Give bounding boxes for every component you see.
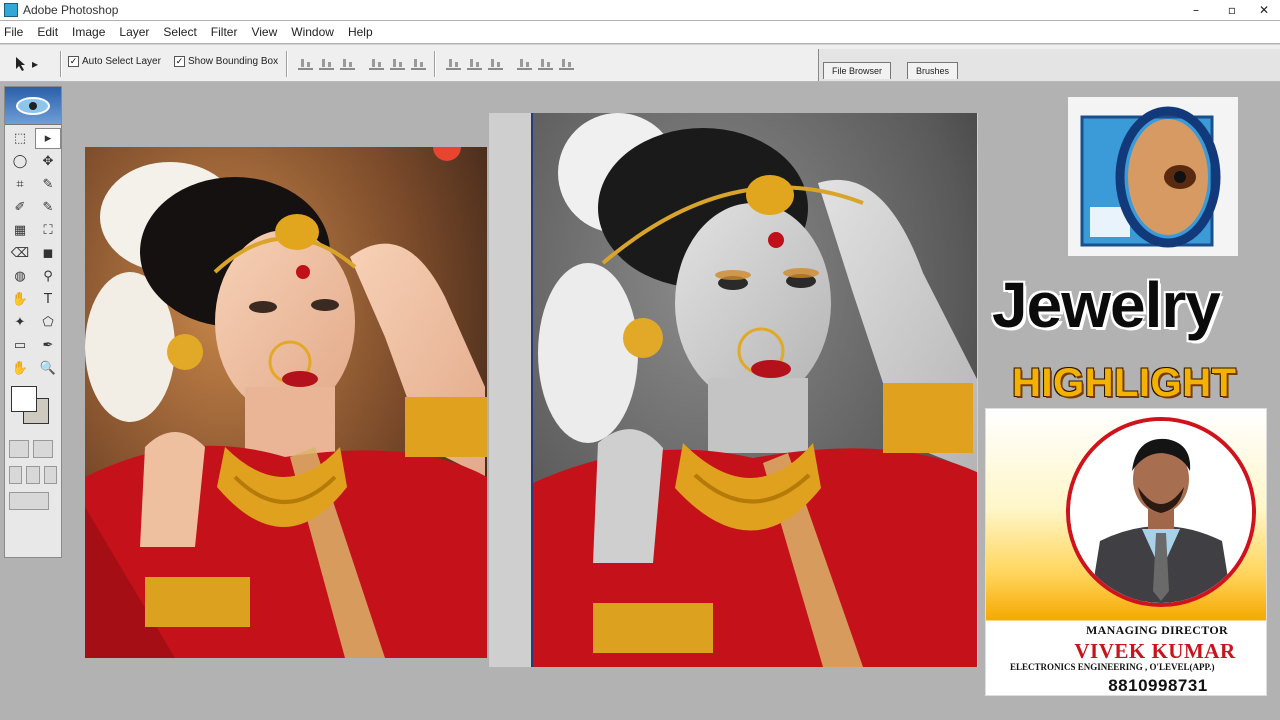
photoshop-eye-icon [16,96,50,115]
healing-brush-tool-icon[interactable]: ✐ [7,197,33,218]
full-screen-menu-button[interactable] [26,466,40,484]
show-bounding-box-checkbox[interactable]: ✓ Show Bounding Box [174,56,278,67]
align-vcenter-icon[interactable] [319,57,334,70]
distribute-hcenter-icon[interactable] [538,57,553,70]
menu-select[interactable]: Select [163,25,196,39]
menu-image[interactable]: Image [72,25,105,39]
menu-edit[interactable]: Edit [37,25,58,39]
window-title: Adobe Photoshop [23,3,119,17]
path-selection-tool-icon[interactable]: ✋ [7,289,33,310]
type-tool-icon[interactable]: T [35,289,61,310]
distribute-right-icon[interactable] [559,57,574,70]
presenter-name: VIVEK KUMAR [1074,639,1236,663]
magic-wand-tool-icon[interactable]: ✥ [35,151,61,172]
toolbox-header[interactable] [5,87,61,125]
bride-color-illustration [85,147,487,658]
title-bar: Adobe Photoshop – ▫ ✕ [0,0,1280,20]
align-left-icon[interactable] [369,57,384,70]
zoom-tool-icon[interactable]: 🔍 [35,358,61,379]
foreground-color-swatch[interactable] [11,386,37,412]
standard-mode-button[interactable] [9,440,29,458]
distribute-left-icon[interactable] [517,57,532,70]
tab-file-browser[interactable]: File Browser [823,62,892,79]
presenter-avatar [1066,417,1256,607]
hand-tool-icon[interactable]: ✋ [7,358,33,379]
move-arrow-icon [16,57,25,71]
presenter-card: MANAGING DIRECTOR VIVEK KUMAR ELECTRONIC… [985,408,1267,696]
distribute-top-icon[interactable] [446,57,461,70]
menu-layer[interactable]: Layer [119,25,149,39]
align-bottom-icon[interactable] [340,57,355,70]
bride-photo-color[interactable] [85,147,487,658]
move-tool-preset[interactable]: ▸ [14,54,54,74]
maximize-button[interactable]: ▫ [1216,1,1248,19]
palette-well: File Browser Brushes [818,49,1280,81]
align-right-icon[interactable] [411,57,426,70]
tool-grid: ⬚ ▸ ◯ ✥ ⌗ ✎ ✐ ✎ ▦ ⛶ ⌫ ◼ ◍ ⚲ ✋ T ✦ ⬠ ▭ ✒ … [5,125,61,382]
menu-file[interactable]: File [4,25,23,39]
quick-mask-mode-button[interactable] [33,440,53,458]
distribute-buttons [446,57,574,70]
options-separator [286,51,288,77]
pen-tool-icon[interactable]: ✦ [7,312,33,333]
blur-tool-icon[interactable]: ◍ [7,266,33,287]
marquee-tool-icon[interactable]: ⬚ [7,128,33,149]
menu-filter[interactable]: Filter [211,25,238,39]
preset-dropdown-arrow: ▸ [32,57,39,71]
brush-tool-icon[interactable]: ✎ [35,197,61,218]
menu-view[interactable]: View [251,25,277,39]
distribute-vcenter-icon[interactable] [467,57,482,70]
photoshop-logo-icon [1068,97,1238,256]
eyedropper-tool-icon[interactable]: ✒ [35,335,61,356]
options-bar: ▸ ✓ Auto Select Layer ✓ Show Bounding Bo… [0,44,1280,82]
full-screen-button[interactable] [43,466,57,484]
align-hcenter-icon[interactable] [390,57,405,70]
presenter-portrait-illustration [1070,421,1252,603]
align-buttons [298,57,426,70]
history-brush-tool-icon[interactable]: ⛶ [35,220,61,241]
video-subtitle: HIGHLIGHT [1012,361,1237,405]
distribute-bottom-icon[interactable] [488,57,503,70]
menu-help[interactable]: Help [348,25,373,39]
crop-tool-icon[interactable]: ⌗ [7,174,33,195]
eraser-tool-icon[interactable]: ⌫ [7,243,33,264]
jump-to-row [5,488,61,514]
clone-stamp-tool-icon[interactable]: ▦ [7,220,33,241]
slice-tool-icon[interactable]: ✎ [35,174,61,195]
auto-select-label: Auto Select Layer [82,56,161,67]
standard-screen-button[interactable] [9,466,23,484]
bride-photo-highlighted[interactable] [531,113,977,667]
notes-tool-icon[interactable]: ▭ [7,335,33,356]
align-top-icon[interactable] [298,57,313,70]
bride-grayscale-illustration [533,113,977,667]
minimize-button[interactable]: – [1180,1,1212,19]
lasso-tool-icon[interactable]: ◯ [7,151,33,172]
options-separator [434,51,436,77]
photoshop-screen: Adobe Photoshop – ▫ ✕ File Edit Image La… [0,0,1280,720]
presenter-phone: 8810998731 [1108,676,1208,695]
show-bounding-check-box[interactable]: ✓ [174,56,185,67]
video-title: Jewelry [992,269,1221,341]
custom-shape-tool-icon[interactable]: ⬠ [35,312,61,333]
auto-select-layer-checkbox[interactable]: ✓ Auto Select Layer [68,56,161,67]
photoshop-app-icon [4,3,18,17]
photoshop-eye-lens-icon [1080,106,1221,248]
auto-select-check-box[interactable]: ✓ [68,56,79,67]
jump-to-imageready-button[interactable] [9,492,49,510]
screen-mode-buttons [5,462,61,488]
move-tool-icon[interactable]: ▸ [35,128,61,149]
menu-bar: File Edit Image Layer Select Filter View… [0,21,1280,43]
toolbox: ⬚ ▸ ◯ ✥ ⌗ ✎ ✐ ✎ ▦ ⛶ ⌫ ◼ ◍ ⚲ ✋ T ✦ ⬠ ▭ ✒ … [4,86,62,558]
dodge-tool-icon[interactable]: ⚲ [35,266,61,287]
presenter-qualification: ELECTRONICS ENGINEERING , O'LEVEL(APP.) [1010,662,1215,672]
presenter-role: MANAGING DIRECTOR [1086,623,1228,637]
show-bounding-label: Show Bounding Box [188,56,279,67]
tab-brushes[interactable]: Brushes [907,62,959,79]
color-swatches [7,386,59,432]
gradient-tool-icon[interactable]: ◼ [35,243,61,264]
menu-window[interactable]: Window [291,25,334,39]
mask-mode-buttons [5,436,61,462]
close-button[interactable]: ✕ [1248,1,1280,19]
options-separator [60,51,62,77]
